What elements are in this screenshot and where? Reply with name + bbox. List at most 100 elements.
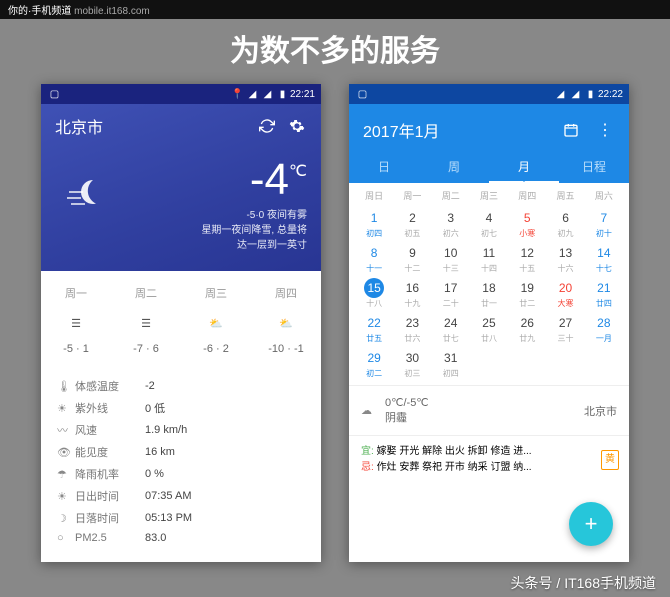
detail-icon: ☀ xyxy=(57,490,75,503)
temp-range: -5 · 1 xyxy=(41,343,111,355)
almanac[interactable]: 宜: 嫁娶 开光 解除 出火 拆卸 修造 进... 忌: 作灶 安葬 祭祀 开市… xyxy=(349,435,629,484)
view-tab[interactable]: 日程 xyxy=(559,150,629,183)
footer-credit: 头条号 / IT168手机频道 xyxy=(511,573,656,593)
forecast-day[interactable]: 周四 ⛅ -10 · -1 xyxy=(251,285,321,355)
weekday-label: 周三 xyxy=(470,185,508,206)
detail-row: 🌡体感温度-2 xyxy=(57,375,305,397)
forecast-day[interactable]: 周二☰-7 · 6 xyxy=(111,285,181,355)
calendar-day[interactable]: 6初九 xyxy=(546,206,584,241)
calendar-day[interactable]: 28一月 xyxy=(585,311,623,346)
detail-icon: ☽ xyxy=(57,512,75,525)
calendar-day[interactable]: 17二十 xyxy=(432,276,470,311)
detail-icon: 〰 xyxy=(57,422,75,438)
view-tab[interactable]: 月 xyxy=(489,150,559,183)
calendar-day[interactable]: 27三十 xyxy=(546,311,584,346)
calendar-day[interactable]: 22廿五 xyxy=(355,311,393,346)
calendar-day[interactable]: 1初四 xyxy=(355,206,393,241)
calendar-day-empty xyxy=(546,346,584,381)
wifi-icon: ◢ xyxy=(247,89,258,100)
weekday-label: 周日 xyxy=(355,185,393,206)
month-title[interactable]: 2017年1月 xyxy=(363,118,547,142)
detail-icon: 🌡 xyxy=(57,380,75,393)
calendar-day[interactable]: 15十八 xyxy=(355,276,393,311)
calendar-day[interactable]: 31初四 xyxy=(432,346,470,381)
forecast-day[interactable]: 周三⛅-6 · 2 xyxy=(181,285,251,355)
detail-row: 〰风速1.9 km/h xyxy=(57,419,305,441)
calendar-app: ▢ ◢ ◢ ▮ 22:22 2017年1月 ⋮ 日周月日程 周日周一周二周三周四… xyxy=(349,84,629,562)
clock: 22:22 xyxy=(598,89,623,100)
calendar-day[interactable]: 24廿七 xyxy=(432,311,470,346)
detail-icon: 👁 xyxy=(57,446,75,459)
detail-row: ☽日落时间05:13 PM xyxy=(57,507,305,529)
calendar-day[interactable]: 30初三 xyxy=(393,346,431,381)
refresh-button[interactable] xyxy=(257,116,277,136)
weather-summary[interactable]: ☁ 0℃/-5℃阴霾 北京市 xyxy=(349,385,629,435)
calendar-day[interactable]: 10十三 xyxy=(432,241,470,276)
calendar-day[interactable]: 7初十 xyxy=(585,206,623,241)
calendar-day[interactable]: 29初二 xyxy=(355,346,393,381)
calendar-day-empty xyxy=(470,346,508,381)
forecast-icon: ⛅ xyxy=(251,311,321,335)
weather-app: ▢ 📍 ◢ ◢ ▮ 22:21 北京市 -4℃ -5·0 夜间有雾 星期一夜间降… xyxy=(41,84,321,562)
calendar-day[interactable]: 13十六 xyxy=(546,241,584,276)
fog-icon: ☁ xyxy=(361,404,385,417)
battery-icon: ▮ xyxy=(585,89,596,100)
calendar-day[interactable]: 23廿六 xyxy=(393,311,431,346)
menu-button[interactable]: ⋮ xyxy=(595,120,615,140)
detail-icon: ☂ xyxy=(57,468,75,481)
calendar-day[interactable]: 11十四 xyxy=(470,241,508,276)
weather-desc: -5·0 夜间有雾 星期一夜间降雪, 总量将 达一层到一英寸 xyxy=(125,208,307,253)
calendar-day[interactable]: 16十九 xyxy=(393,276,431,311)
detail-row: ○PM2.583.0 xyxy=(57,529,305,547)
calendar-day[interactable]: 18廿一 xyxy=(470,276,508,311)
calendar-day[interactable]: 14十七 xyxy=(585,241,623,276)
signal-icon: ◢ xyxy=(262,89,273,100)
calendar-day[interactable]: 25廿八 xyxy=(470,311,508,346)
day-label: 周四 xyxy=(251,285,321,301)
settings-button[interactable] xyxy=(287,116,307,136)
calendar-day[interactable]: 12十五 xyxy=(508,241,546,276)
current-temp: -4℃ xyxy=(125,158,307,202)
calendar-day-empty xyxy=(585,346,623,381)
temp-range: -7 · 6 xyxy=(111,343,181,355)
weekday-label: 周六 xyxy=(585,185,623,206)
detail-row: ☂降雨机率0 % xyxy=(57,463,305,485)
weather-icon xyxy=(55,166,125,226)
calendar-day[interactable]: 3初六 xyxy=(432,206,470,241)
clock: 22:21 xyxy=(290,89,315,100)
calendar-day[interactable]: 8十一 xyxy=(355,241,393,276)
temp-range: -6 · 2 xyxy=(181,343,251,355)
forecast-day[interactable]: 周一☰-5 · 1 xyxy=(41,285,111,355)
today-button[interactable] xyxy=(561,120,581,140)
location-icon: 📍 xyxy=(232,89,243,100)
calendar-day[interactable]: 21廿四 xyxy=(585,276,623,311)
calendar-day[interactable]: 2初五 xyxy=(393,206,431,241)
detail-icon: ○ xyxy=(57,532,75,544)
status-bar: ▢ ◢ ◢ ▮ 22:22 xyxy=(349,84,629,104)
detail-row: 👁能见度16 km xyxy=(57,441,305,463)
forecast-icon: ⛅ xyxy=(181,311,251,335)
calendar-day-empty xyxy=(508,346,546,381)
forecast-icon: ☰ xyxy=(111,311,181,335)
city-label[interactable]: 北京市 xyxy=(55,114,247,138)
app-icon: ▢ xyxy=(49,89,60,100)
weekday-label: 周五 xyxy=(546,185,584,206)
signal-icon: ◢ xyxy=(570,89,581,100)
calendar-day[interactable]: 19廿二 xyxy=(508,276,546,311)
app-icon: ▢ xyxy=(357,89,368,100)
detail-row: ☀日出时间07:35 AM xyxy=(57,485,305,507)
add-event-fab[interactable]: + xyxy=(569,502,613,546)
calendar-day[interactable]: 4初七 xyxy=(470,206,508,241)
temp-range: -10 · -1 xyxy=(251,343,321,355)
weekday-label: 周一 xyxy=(393,185,431,206)
calendar-day[interactable]: 5小寒 xyxy=(508,206,546,241)
wifi-icon: ◢ xyxy=(555,89,566,100)
weekday-label: 周四 xyxy=(508,185,546,206)
view-tab[interactable]: 日 xyxy=(349,150,419,183)
calendar-day[interactable]: 26廿九 xyxy=(508,311,546,346)
weekday-label: 周二 xyxy=(432,185,470,206)
view-tab[interactable]: 周 xyxy=(419,150,489,183)
calendar-day[interactable]: 20大寒 xyxy=(546,276,584,311)
day-label: 周一 xyxy=(41,285,111,301)
calendar-day[interactable]: 9十二 xyxy=(393,241,431,276)
